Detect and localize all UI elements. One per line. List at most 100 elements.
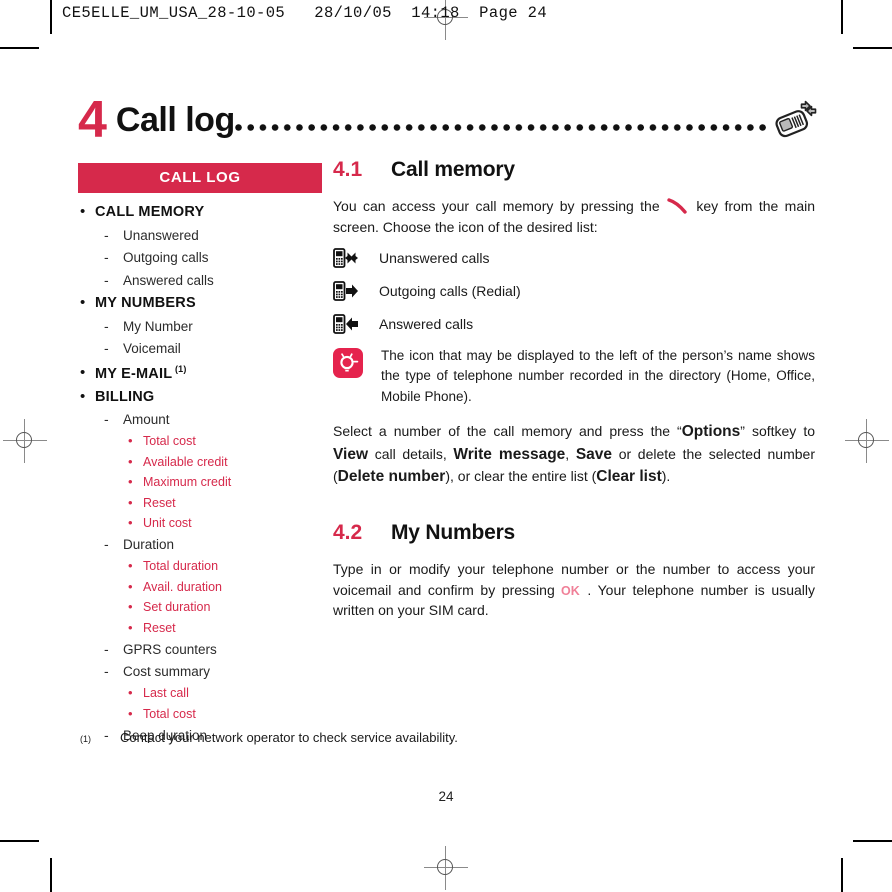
toc-bullet-icon: •: [128, 685, 133, 701]
chapter-heading: 4 Call log: [78, 92, 818, 148]
toc-item-level3[interactable]: • Total duration: [78, 558, 322, 576]
toc-item-label: CALL MEMORY: [95, 204, 205, 220]
clear-list-option-label: Clear list: [596, 468, 662, 486]
toc-bullet-icon: -: [104, 640, 109, 657]
my-numbers-paragraph: Type in or modify your telephone number …: [333, 559, 815, 621]
toc-item-level3[interactable]: • Available credit: [78, 453, 322, 471]
options-para-p2: ” softkey to: [740, 422, 815, 439]
toc-bullet-icon: •: [80, 364, 86, 382]
toc-item-label: Available credit: [143, 454, 228, 469]
footnote-marker: (1): [80, 734, 91, 744]
toc-item-label: Amount: [123, 412, 170, 428]
toc-item-label: Total cost: [143, 706, 196, 721]
options-paragraph: Select a number of the call memory and p…: [333, 421, 815, 489]
toc-item-label: Reset: [143, 495, 176, 510]
toc-item-level2[interactable]: - Outgoing calls: [78, 248, 322, 268]
toc-item-level1[interactable]: • CALL MEMORY: [78, 202, 322, 223]
page-number: 24: [438, 789, 454, 804]
call-type-label-unanswered: Unanswered calls: [379, 250, 490, 267]
toc-bullet-icon: -: [104, 536, 109, 553]
toc-item-label: Duration: [123, 537, 175, 553]
toc-item-level3[interactable]: • Unit cost: [78, 515, 322, 533]
toc-bullet-icon: •: [128, 558, 133, 574]
toc-bullet-icon: -: [104, 411, 109, 428]
call-type-row-unanswered: Unanswered calls: [333, 247, 815, 269]
svg-text:OK: OK: [561, 584, 580, 597]
sidebar-header: CALL LOG: [78, 163, 322, 193]
toc-item-label: My Number: [123, 318, 193, 334]
toc-bullet-icon: •: [128, 599, 133, 615]
toc-item-label: Unit cost: [143, 516, 192, 531]
section-heading-41: 4.1 Call memory: [333, 158, 815, 182]
toc-bullet-icon: -: [104, 226, 109, 243]
toc-bullet-icon: -: [104, 249, 109, 265]
section-heading-42: 4.2 My Numbers: [333, 521, 815, 545]
toc-item-level3[interactable]: • Reset: [78, 494, 322, 512]
toc-bullet-icon: •: [128, 494, 133, 510]
toc-item-level2[interactable]: - Cost summary: [78, 662, 322, 682]
call-type-label-answered: Answered calls: [379, 316, 474, 333]
toc-bullet-icon: •: [80, 203, 86, 220]
call-memory-intro-paragraph: You can access your call memory by press…: [333, 196, 815, 237]
toc-item-label: Cost summary: [123, 664, 211, 680]
toc-item-level2[interactable]: - Answered calls: [78, 271, 322, 291]
toc-item-label: Answered calls: [123, 272, 214, 288]
call-type-label-outgoing: Outgoing calls (Redial): [379, 283, 521, 300]
phone-call-key-icon: [666, 198, 690, 214]
toc-item-label: Reset: [143, 620, 176, 635]
tip-callout: The icon that may be displayed to the le…: [333, 346, 815, 407]
toc-item-level2[interactable]: - GPRS counters: [78, 640, 322, 660]
toc-item-level3[interactable]: • Last call: [78, 685, 322, 703]
toc-bullet-icon: •: [128, 433, 133, 449]
manual-page: 4 Call log CALL LOG • CALL MEMORY - Unan…: [0, 0, 892, 892]
main-content: 4.1 Call memory You can access your call…: [333, 158, 815, 631]
toc-item-level3[interactable]: • Total cost: [78, 705, 322, 723]
toc-bullet-icon: •: [128, 474, 133, 490]
toc-item-level2[interactable]: - Unanswered: [78, 226, 322, 246]
lightbulb-tip-icon: [333, 348, 363, 379]
toc-item-level3[interactable]: • Set duration: [78, 599, 322, 617]
toc-item-level3[interactable]: • Reset: [78, 619, 322, 637]
toc-item-level3[interactable]: • Total cost: [78, 433, 322, 451]
options-para-p4: ,: [565, 445, 576, 462]
footnote: (1) Contact your network operator to che…: [80, 730, 780, 745]
toc-item-footnote-marker: (1): [172, 363, 187, 374]
toc-item-level3[interactable]: • Avail. duration: [78, 578, 322, 596]
options-para-p7: ).: [661, 468, 671, 485]
toc-item-level2[interactable]: - Amount: [78, 410, 322, 430]
toc-item-level1[interactable]: • MY NUMBERS: [78, 293, 322, 314]
dot-leader: [234, 103, 770, 137]
toc-item-label: Outgoing calls: [123, 250, 209, 265]
toc-bullet-icon: •: [128, 578, 133, 594]
toc-bullet-icon: -: [104, 317, 109, 334]
toc-item-level1[interactable]: • BILLING: [78, 387, 322, 408]
toc-list: • CALL MEMORY - Unanswered - Outgoing calls - A…: [78, 202, 322, 745]
options-para-p6: ), or clear the entire list (: [445, 468, 597, 485]
toc-item-label: Voicemail: [123, 341, 181, 356]
section-number-41: 4.1: [333, 158, 363, 181]
toc-item-label: Total duration: [143, 559, 219, 574]
sidebar-toc: CALL LOG • CALL MEMORY - Unanswered - Outgoin…: [78, 163, 322, 748]
toc-bullet-icon: •: [128, 453, 133, 469]
toc-item-level1[interactable]: • MY E-MAIL (1): [78, 362, 322, 384]
toc-item-label: Last call: [143, 686, 189, 701]
toc-bullet-icon: •: [128, 619, 133, 635]
options-para-p3: call details,: [368, 445, 454, 462]
ok-key-icon: OK: [561, 582, 587, 598]
toc-item-label: BILLING: [95, 388, 155, 405]
toc-item-label: MY E-MAIL (1): [95, 363, 187, 382]
toc-item-label: Set duration: [143, 600, 211, 615]
toc-item-level2[interactable]: - Duration: [78, 535, 322, 555]
toc-item-label: Maximum credit: [143, 475, 232, 490]
toc-item-level3[interactable]: • Maximum credit: [78, 474, 322, 492]
call-memory-intro-part1: You can access your call memory by press…: [333, 198, 660, 214]
mobile-phone-exchange-icon: [772, 97, 818, 143]
toc-item-label: GPRS counters: [123, 641, 217, 657]
section-title-41: Call memory: [391, 158, 515, 181]
phone-incoming-call-icon: [333, 313, 359, 335]
toc-item-level2[interactable]: - My Number: [78, 317, 322, 337]
toc-bullet-icon: •: [128, 705, 133, 721]
toc-item-level2[interactable]: - Voicemail: [78, 339, 322, 359]
tip-text: The icon that may be displayed to the le…: [381, 348, 815, 404]
